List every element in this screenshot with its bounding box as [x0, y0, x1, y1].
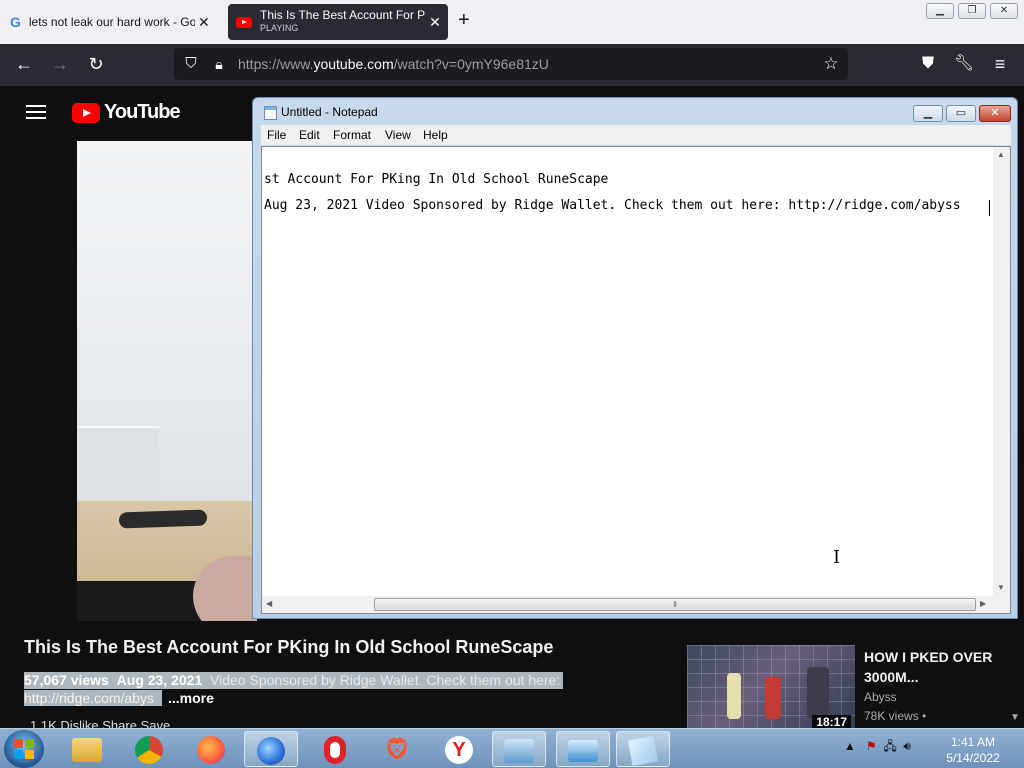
url-text[interactable]: https://www.youtube.com/watch?v=0ymY96e8…: [238, 56, 549, 72]
lock-icon[interactable]: 🔒︎: [208, 53, 230, 75]
tab-playing-status: PLAYING: [260, 23, 299, 33]
scroll-down-icon[interactable]: ▼: [997, 583, 1005, 592]
restore-button[interactable]: ❐: [958, 3, 986, 19]
explorer-icon[interactable]: [60, 731, 114, 767]
new-tab-button[interactable]: +: [458, 10, 470, 30]
notepad-minimize-button[interactable]: ▁: [913, 105, 943, 122]
description-text: Video Sponsored by Ridge Wallet. Check t…: [210, 672, 561, 688]
back-icon[interactable]: ←: [13, 53, 35, 75]
control-panel-icon[interactable]: [492, 731, 546, 767]
vertical-scrollbar[interactable]: ▲ ▼: [993, 147, 1010, 597]
brave-icon[interactable]: 🦁︎: [370, 731, 424, 767]
description-link[interactable]: http://ridge.com/abys: [24, 690, 162, 706]
tab-youtube-active[interactable]: This Is The Best Account For PK PLAYING …: [228, 4, 448, 40]
notepad-text-area[interactable]: st Account For PKing In Old School RuneS…: [261, 146, 1011, 614]
notepad-title: Untitled - Notepad: [281, 105, 378, 119]
hamburger-menu-icon[interactable]: [26, 105, 46, 119]
view-count: 57,067 views: [24, 672, 109, 688]
taskbar: 🦁︎ Y ▲ ⚑ 🖧︎ 🔊︎ 1:41 AM 5/14/2022: [0, 728, 1024, 768]
clock-date: 5/14/2022: [946, 751, 1000, 765]
scrollbar-thumb[interactable]: ⦀: [374, 598, 976, 611]
ibeam-cursor-icon: I: [833, 547, 841, 568]
windows-logo-icon: [14, 739, 34, 759]
menu-file[interactable]: File: [267, 128, 286, 142]
recommended-thumbnail[interactable]: 18:17: [687, 645, 855, 729]
scroll-up-icon[interactable]: ▲: [997, 150, 1005, 159]
recommended-views: 78K views •: [864, 709, 927, 723]
firefox-dev-icon[interactable]: [244, 731, 298, 767]
menu-help[interactable]: Help: [423, 128, 448, 142]
close-window-button[interactable]: ✕: [990, 3, 1018, 19]
yandex-icon[interactable]: Y: [432, 731, 486, 767]
horizontal-scrollbar[interactable]: ◀ ⦀ ▶: [262, 596, 1010, 613]
duration-badge: 18:17: [812, 715, 851, 729]
wrench-icon[interactable]: 🔧︎: [953, 53, 975, 75]
text-caret: [989, 200, 990, 216]
video-description-line1[interactable]: 57,067 views Aug 23, 2021 Video Sponsore…: [24, 672, 564, 689]
upload-date: Aug 23, 2021: [116, 672, 203, 688]
video-player[interactable]: [77, 141, 257, 621]
browser-tab-strip: G lets not leak our hard work - Go ✕ Thi…: [0, 0, 1024, 44]
close-icon[interactable]: ✕: [426, 14, 444, 31]
text-line-1: st Account For PKing In Old School RuneS…: [264, 172, 609, 187]
browser-nav-bar: ← → ↻ ⛉ 🔒︎ https://www.youtube.com/watch…: [0, 44, 1024, 86]
notepad-icon: [264, 106, 277, 120]
network-icon[interactable]: 🖧︎: [883, 739, 896, 753]
scroll-left-icon[interactable]: ◀: [266, 599, 272, 608]
firefox-icon[interactable]: [184, 731, 238, 767]
pocket-icon[interactable]: ⛊: [917, 53, 939, 75]
youtube-logo-text[interactable]: YouTube: [104, 101, 181, 124]
notepad-maximize-button[interactable]: ▭: [946, 105, 976, 122]
chrome-icon[interactable]: [122, 731, 176, 767]
action-center-flag-icon[interactable]: ⚑: [866, 739, 877, 753]
volume-icon[interactable]: 🔊︎: [903, 739, 911, 753]
notepad-taskbar-icon[interactable]: [616, 731, 670, 767]
remote-desktop-icon[interactable]: [556, 731, 610, 767]
show-hidden-icons-icon[interactable]: ▲: [844, 739, 856, 753]
tab-google[interactable]: G lets not leak our hard work - Go ✕: [4, 4, 222, 40]
clock-time: 1:41 AM: [950, 735, 996, 749]
video-description-line2[interactable]: http://ridge.com/abys ...more: [24, 690, 214, 707]
system-tray: ▲ ⚑ 🖧︎ 🔊︎: [844, 737, 911, 758]
notepad-window[interactable]: Untitled - Notepad ▁ ▭ ✕ File Edit Forma…: [252, 97, 1018, 619]
google-icon: G: [10, 14, 21, 30]
video-title: This Is The Best Account For PKing In Ol…: [24, 637, 554, 657]
notepad-menubar: File Edit Format View Help: [261, 125, 1011, 145]
notepad-close-button[interactable]: ✕: [979, 105, 1011, 122]
opera-icon[interactable]: [308, 731, 362, 767]
close-icon[interactable]: ✕: [195, 14, 213, 31]
clock[interactable]: 1:41 AM 5/14/2022: [938, 734, 1008, 766]
tab-title: This Is The Best Account For PK: [260, 9, 426, 22]
shield-icon[interactable]: ⛉: [180, 53, 202, 75]
forward-icon[interactable]: →: [49, 53, 71, 75]
text-line-2: Aug 23, 2021 Video Sponsored by Ridge Wa…: [264, 198, 961, 213]
page-scroll-down-icon[interactable]: ▼: [1010, 712, 1020, 723]
tab-title: lets not leak our hard work - Go: [28, 15, 195, 29]
address-bar[interactable]: ⛉ 🔒︎ https://www.youtube.com/watch?v=0ym…: [174, 48, 848, 80]
reload-icon[interactable]: ↻: [85, 53, 107, 75]
recommended-title[interactable]: HOW I PKED OVER 3000M...: [864, 647, 1004, 687]
show-more-button[interactable]: ...more: [168, 690, 214, 706]
menu-view[interactable]: View: [385, 128, 411, 142]
youtube-icon: [236, 16, 252, 28]
scroll-right-icon[interactable]: ▶: [980, 599, 986, 608]
wallet-in-video: [118, 509, 208, 529]
menu-icon[interactable]: ≡: [989, 53, 1011, 75]
menu-edit[interactable]: Edit: [299, 128, 320, 142]
youtube-logo-icon[interactable]: [72, 103, 100, 123]
start-button[interactable]: [4, 730, 44, 768]
minimize-button[interactable]: ▁: [926, 3, 954, 19]
menu-format[interactable]: Format: [333, 128, 371, 142]
recommended-channel[interactable]: Abyss: [864, 690, 897, 704]
bookmark-star-icon[interactable]: ☆: [820, 53, 842, 75]
